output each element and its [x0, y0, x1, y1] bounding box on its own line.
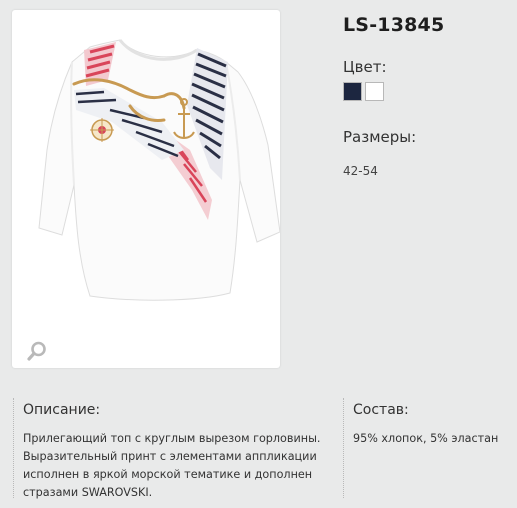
sizes-label: Размеры: — [343, 128, 417, 146]
description-text: Прилегающий топ с круглым вырезом горлов… — [23, 432, 321, 499]
description-section: Описание: Прилегающий топ с круглым выре… — [13, 398, 336, 499]
product-image[interactable] — [12, 10, 280, 368]
composition-text: 95% хлопок, 5% эластан — [353, 432, 499, 445]
color-swatch-white[interactable] — [365, 82, 384, 101]
sizes-value: 42-54 — [343, 164, 378, 178]
color-label: Цвет: — [343, 58, 387, 76]
magnifier-icon[interactable] — [26, 340, 48, 362]
color-swatches — [343, 82, 384, 101]
product-sku: LS-13845 — [343, 14, 445, 36]
shirt-body — [38, 39, 280, 301]
composition-title: Состав: — [353, 402, 409, 418]
product-image-card[interactable] — [12, 10, 280, 368]
composition-section: Состав: 95% хлопок, 5% эластан — [343, 398, 512, 498]
color-swatch-navy[interactable] — [343, 82, 362, 101]
description-title: Описание: — [23, 402, 101, 418]
